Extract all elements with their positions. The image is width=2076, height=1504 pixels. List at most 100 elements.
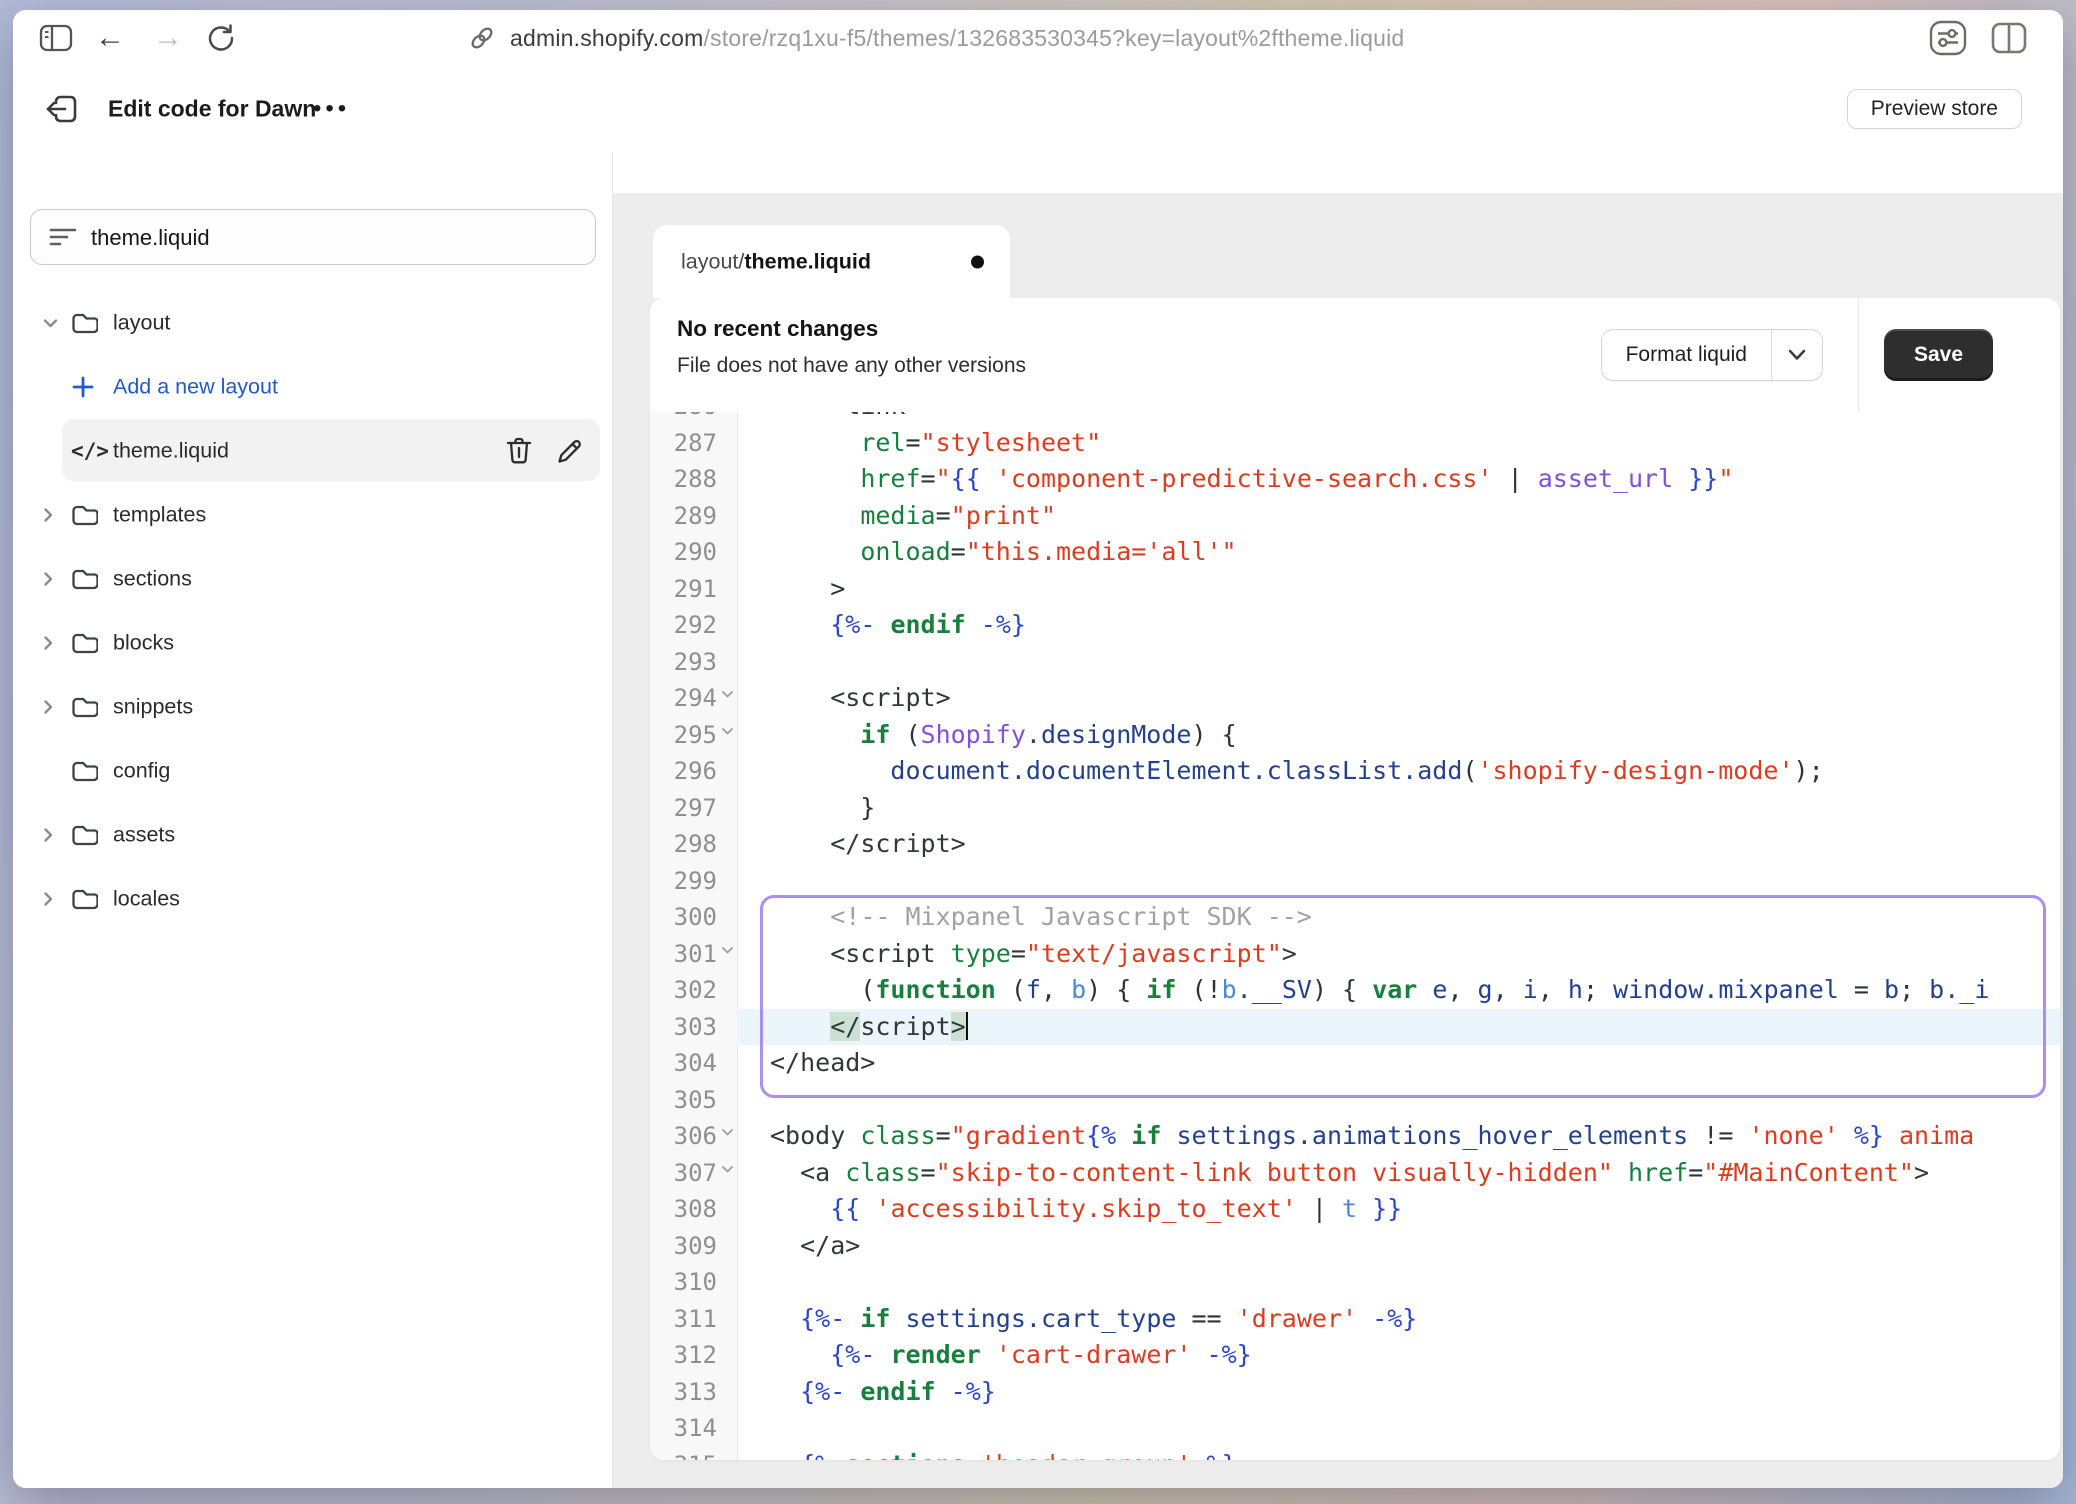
chevron-right-icon[interactable] <box>43 892 53 907</box>
chevron-right-icon[interactable] <box>43 700 53 715</box>
unsaved-dot <box>971 255 984 268</box>
code-line-content: <!-- Mixpanel Javascript SDK --> <box>737 899 2060 936</box>
code-line-314[interactable]: 314 <box>650 1410 2060 1447</box>
line-number: 301 <box>650 936 737 973</box>
fold-chevron-icon[interactable] <box>721 1165 734 1174</box>
code-line-content: </script> <box>737 1009 2060 1046</box>
save-button[interactable]: Save <box>1884 329 1993 381</box>
code-line-289[interactable]: 289 media="print" <box>650 498 2060 535</box>
code-line-292[interactable]: 292 {%- endif -%} <box>650 607 2060 644</box>
code-line-content: <link <box>737 412 2060 425</box>
code-line-290[interactable]: 290 onload="this.media='all'" <box>650 534 2060 571</box>
line-number: 293 <box>650 644 737 681</box>
line-number: 306 <box>650 1118 737 1155</box>
code-line-295[interactable]: 295 if (Shopify.designMode) { <box>650 717 2060 754</box>
format-liquid-button[interactable]: Format liquid <box>1601 329 1823 381</box>
sidebar-item-snippets[interactable]: snippets <box>13 685 612 729</box>
code-line-303[interactable]: 303 </script> <box>650 1009 2060 1046</box>
sidebar-item-theme-liquid[interactable]: </>theme.liquid <box>13 429 612 473</box>
format-liquid-label: Format liquid <box>1602 330 1771 380</box>
fold-chevron-icon[interactable] <box>721 690 734 699</box>
code-line-content: } <box>737 790 2060 827</box>
plus-icon <box>71 375 95 399</box>
sidebar-item-blocks[interactable]: blocks <box>13 621 612 665</box>
overflow-menu-button[interactable]: ••• <box>313 95 350 123</box>
code-line-304[interactable]: 304</head> <box>650 1045 2060 1082</box>
split-view-icon[interactable] <box>1991 22 2027 54</box>
folder-icon <box>71 632 98 655</box>
sidebar-item-config[interactable]: config <box>13 749 612 793</box>
code-line-311[interactable]: 311 {%- if settings.cart_type == 'drawer… <box>650 1301 2060 1338</box>
code-line-300[interactable]: 300 <!-- Mixpanel Javascript SDK --> <box>650 899 2060 936</box>
sidebar-item-label: templates <box>113 503 206 528</box>
browser-settings-icon[interactable] <box>1929 20 1967 56</box>
fold-chevron-icon[interactable] <box>721 1128 734 1137</box>
code-editor[interactable]: 286 <link287 rel="stylesheet"288 href="{… <box>650 412 2060 1460</box>
back-icon[interactable]: ← <box>95 23 125 53</box>
code-line-308[interactable]: 308 {{ 'accessibility.skip_to_text' | t … <box>650 1191 2060 1228</box>
code-line-310[interactable]: 310 <box>650 1264 2060 1301</box>
browser-window: ← → admin.shopify.com/store/rzq1xu-f5/th… <box>13 10 2063 1488</box>
chevron-right-icon[interactable] <box>43 636 53 651</box>
fold-chevron-icon[interactable] <box>721 727 734 736</box>
code-line-313[interactable]: 313 {%- endif -%} <box>650 1374 2060 1411</box>
url-bar[interactable]: admin.shopify.com/store/rzq1xu-f5/themes… <box>510 25 1404 52</box>
code-line-309[interactable]: 309 </a> <box>650 1228 2060 1265</box>
line-number: 290 <box>650 534 737 571</box>
code-line-307[interactable]: 307 <a class="skip-to-content-link butto… <box>650 1155 2060 1192</box>
code-line-299[interactable]: 299 <box>650 863 2060 900</box>
code-line-294[interactable]: 294 <script> <box>650 680 2060 717</box>
sidebar-toggle-icon[interactable] <box>39 23 73 53</box>
preview-store-button[interactable]: Preview store <box>1847 89 2022 129</box>
fold-chevron-icon[interactable] <box>721 946 734 955</box>
desktop-wallpaper: ← → admin.shopify.com/store/rzq1xu-f5/th… <box>0 0 2076 1504</box>
file-tree: layout Add a new layout </>theme.liquid tem… <box>13 152 612 1488</box>
changes-subtitle: File does not have any other versions <box>677 354 1026 378</box>
code-line-291[interactable]: 291 > <box>650 571 2060 608</box>
folder-icon <box>71 824 98 847</box>
folder-icon <box>71 312 98 335</box>
sidebar-item-label: assets <box>113 823 175 848</box>
code-line-287[interactable]: 287 rel="stylesheet" <box>650 425 2060 462</box>
code-line-297[interactable]: 297 } <box>650 790 2060 827</box>
code-line-286[interactable]: 286 <link <box>650 412 2060 425</box>
chevron-down-icon[interactable] <box>43 318 58 328</box>
code-line-312[interactable]: 312 {%- render 'cart-drawer' -%} <box>650 1337 2060 1374</box>
tab-theme-liquid[interactable]: layout/theme.liquid <box>653 225 1010 298</box>
sidebar-item-label: sections <box>113 567 192 592</box>
sidebar-item-templates[interactable]: templates <box>13 493 612 537</box>
code-line-305[interactable]: 305 <box>650 1082 2060 1119</box>
sidebar-item-locales[interactable]: locales <box>13 877 612 921</box>
line-number: 304 <box>650 1045 737 1082</box>
code-line-288[interactable]: 288 href="{{ 'component-predictive-searc… <box>650 461 2060 498</box>
sidebar-item-add-a-new-layout[interactable]: Add a new layout <box>13 365 612 409</box>
code-line-298[interactable]: 298 </script> <box>650 826 2060 863</box>
chevron-right-icon[interactable] <box>43 508 53 523</box>
sidebar-item-layout[interactable]: layout <box>13 301 612 345</box>
code-file-icon: </> <box>71 439 109 463</box>
chevron-right-icon[interactable] <box>43 828 53 843</box>
code-line-306[interactable]: 306<body class="gradient{% if settings.a… <box>650 1118 2060 1155</box>
code-line-315[interactable]: 315 {% sections 'header-group' %} <box>650 1447 2060 1461</box>
code-line-302[interactable]: 302 (function (f, b) { if (!b.__SV) { va… <box>650 972 2060 1009</box>
exit-editor-icon[interactable] <box>43 92 79 126</box>
code-lines: 286 <link287 rel="stylesheet"288 href="{… <box>650 412 2060 1460</box>
sidebar-item-sections[interactable]: sections <box>13 557 612 601</box>
page-title: Edit code for Dawn <box>108 96 316 123</box>
line-number: 312 <box>650 1337 737 1374</box>
code-line-293[interactable]: 293 <box>650 644 2060 681</box>
line-number: 315 <box>650 1447 737 1461</box>
sidebar-item-label: locales <box>113 887 180 912</box>
chevron-right-icon[interactable] <box>43 572 53 587</box>
code-line-301[interactable]: 301 <script type="text/javascript"> <box>650 936 2060 973</box>
forward-icon[interactable]: → <box>153 23 183 53</box>
app-header: Edit code for Dawn ••• Preview store <box>13 66 2063 153</box>
rename-file-icon[interactable] <box>555 436 585 466</box>
line-number: 305 <box>650 1082 737 1119</box>
sidebar-item-assets[interactable]: assets <box>13 813 612 857</box>
format-dropdown-button[interactable] <box>1771 330 1822 380</box>
delete-file-icon[interactable] <box>505 436 533 466</box>
code-line-296[interactable]: 296 document.documentElement.classList.a… <box>650 753 2060 790</box>
reload-icon[interactable] <box>205 22 237 54</box>
link-icon <box>468 24 496 52</box>
